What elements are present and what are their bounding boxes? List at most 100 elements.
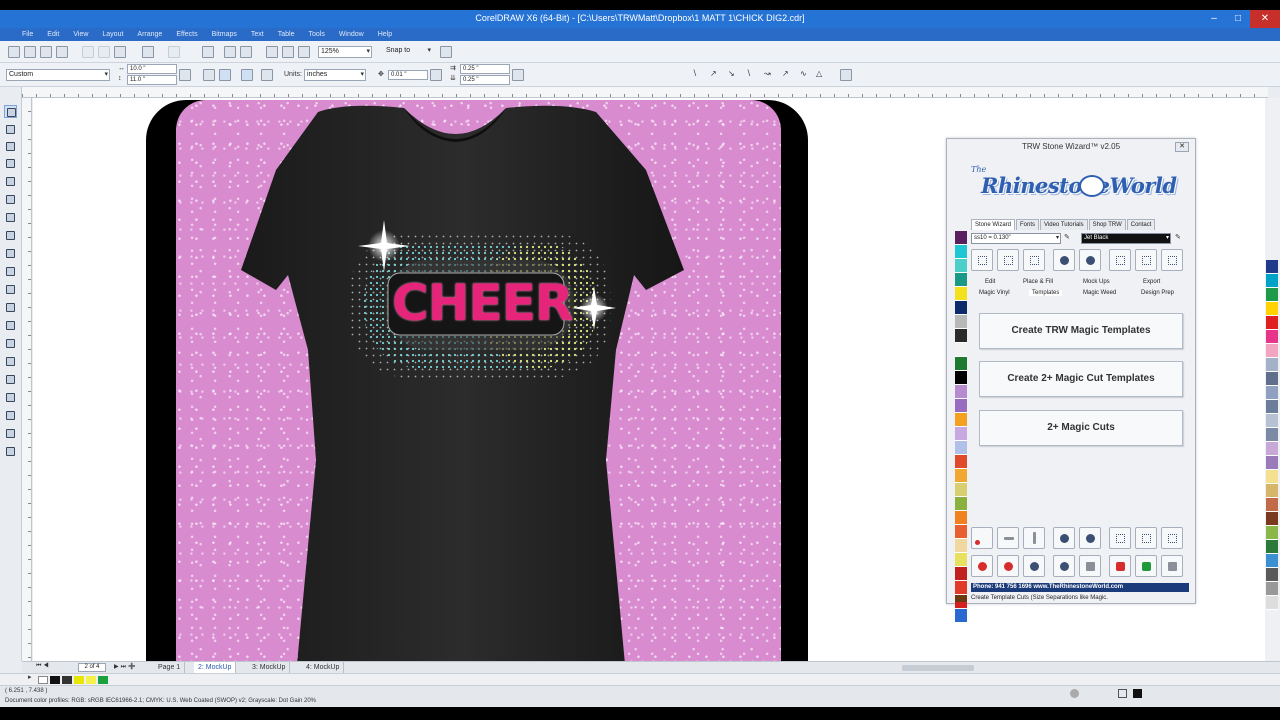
application-launcher-icon[interactable] <box>282 46 294 58</box>
func-mock-ups[interactable]: Mock Ups <box>1083 279 1110 285</box>
docker-swatch[interactable] <box>955 413 967 427</box>
doc-swatch[interactable] <box>38 676 48 684</box>
palette-swatch[interactable] <box>1266 400 1278 414</box>
horizontal-ruler[interactable] <box>22 87 1268 98</box>
connector-tool-icon[interactable] <box>4 337 17 350</box>
docker-swatch[interactable] <box>955 315 967 329</box>
zoom-tool-icon[interactable] <box>4 157 17 170</box>
line-tool-icon[interactable]: ∖ <box>692 69 704 81</box>
palette-arrow-icon[interactable]: ▸ <box>28 672 32 684</box>
palette-swatch[interactable] <box>1266 386 1278 400</box>
stone-settings-icon[interactable] <box>1079 555 1101 577</box>
doc-swatch[interactable] <box>62 676 72 684</box>
doc-swatch[interactable] <box>98 676 108 684</box>
eyedropper-tool-icon[interactable] <box>4 391 17 404</box>
cheer-text[interactable]: CHEER <box>392 272 573 334</box>
text-tool-icon[interactable] <box>4 283 17 296</box>
close-icon[interactable]: ✕ <box>1250 10 1280 28</box>
docker-swatch[interactable] <box>955 287 967 301</box>
outline-tool-icon[interactable] <box>4 409 17 422</box>
docker-swatch[interactable] <box>955 273 967 287</box>
doc-swatch[interactable] <box>74 676 84 684</box>
minimize-icon[interactable]: – <box>1202 10 1226 28</box>
stone-arrow-icon[interactable] <box>1079 527 1101 549</box>
interactive-fill-icon[interactable] <box>4 445 17 458</box>
func-templates[interactable]: Templates <box>1029 290 1063 296</box>
nudge-distance-field[interactable]: 0.01 " <box>388 70 428 80</box>
publish-pdf-icon[interactable] <box>266 46 278 58</box>
docker-swatch[interactable] <box>955 497 967 511</box>
tab-fonts[interactable]: Fonts <box>1016 219 1040 230</box>
artistic-media-icon[interactable]: △ <box>816 69 828 81</box>
duplicate-spinner-icon[interactable] <box>512 69 524 81</box>
docker-swatch[interactable] <box>955 581 967 595</box>
arc-path-icon[interactable] <box>997 527 1019 549</box>
palette-swatch[interactable] <box>1266 428 1278 442</box>
doc-swatch[interactable] <box>50 676 60 684</box>
menu-tools[interactable]: Tools <box>308 28 324 41</box>
func-export[interactable]: Export <box>1143 279 1160 285</box>
palette-swatch[interactable] <box>1266 372 1278 386</box>
rectangle-tool-icon[interactable] <box>4 211 17 224</box>
grid-icon[interactable] <box>1023 249 1045 271</box>
docker-swatch[interactable] <box>955 511 967 525</box>
menu-table[interactable]: Table <box>278 28 295 41</box>
page-width-field[interactable]: 10.0 " <box>127 64 177 74</box>
duplicate-y-field[interactable]: 0.25 " <box>460 75 510 85</box>
docker-swatch[interactable] <box>955 385 967 399</box>
docker-swatch[interactable] <box>955 455 967 469</box>
menu-file[interactable]: File <box>22 28 33 41</box>
save-icon[interactable] <box>40 46 52 58</box>
pencil-icon[interactable]: ✎ <box>1064 232 1070 244</box>
menu-layout[interactable]: Layout <box>102 28 123 41</box>
palette-swatch[interactable] <box>1266 498 1278 512</box>
page-tab-4[interactable]: 4: MockUp <box>302 662 345 673</box>
func-design-prep[interactable]: Design Prep <box>1141 290 1174 296</box>
spline-tool-icon[interactable]: ↝ <box>764 69 776 81</box>
palette-swatch[interactable] <box>1266 484 1278 498</box>
red-stones-icon[interactable] <box>971 555 993 577</box>
menu-text[interactable]: Text <box>251 28 264 41</box>
print-icon[interactable] <box>56 46 68 58</box>
blend-tool-icon[interactable] <box>4 355 17 368</box>
redo-icon[interactable] <box>168 46 180 58</box>
outline-indicator-icon[interactable] <box>1133 689 1142 698</box>
scatter-select-icon[interactable] <box>1161 527 1183 549</box>
palette-swatch[interactable] <box>1266 554 1278 568</box>
palette-swatch[interactable] <box>1266 358 1278 372</box>
zoom-level-select[interactable]: 125% <box>318 46 372 58</box>
polygon-tool-icon[interactable] <box>4 247 17 260</box>
docker-swatch[interactable] <box>955 469 967 483</box>
cut-icon[interactable] <box>82 46 94 58</box>
paste-icon[interactable] <box>114 46 126 58</box>
connect-stones-icon[interactable] <box>1079 249 1101 271</box>
menu-edit[interactable]: Edit <box>47 28 59 41</box>
new-document-icon[interactable] <box>8 46 20 58</box>
stone-group-icon[interactable] <box>1053 527 1075 549</box>
stone-color-select[interactable]: Jet Black <box>1081 233 1171 244</box>
create-trw-magic-templates-button[interactable]: Create TRW Magic Templates <box>979 313 1183 349</box>
current-page-icon[interactable] <box>261 69 273 81</box>
docker-swatch[interactable] <box>955 427 967 441</box>
palette-swatch[interactable] <box>1266 568 1278 582</box>
select-arrow-icon[interactable] <box>1135 527 1157 549</box>
palette-swatch[interactable] <box>1266 456 1278 470</box>
all-pages-icon[interactable] <box>241 69 253 81</box>
docker-swatch[interactable] <box>955 553 967 567</box>
search-content-icon[interactable] <box>202 46 214 58</box>
freehand-tool-icon[interactable] <box>4 175 17 188</box>
landscape-icon[interactable] <box>219 69 231 81</box>
resize-path-icon[interactable] <box>1023 527 1045 549</box>
crop-tool-icon[interactable] <box>4 140 17 153</box>
palette-swatch[interactable] <box>1266 330 1278 344</box>
menu-view[interactable]: View <box>73 28 88 41</box>
pencil-icon-2[interactable]: ✎ <box>1175 232 1181 244</box>
docker-swatch[interactable] <box>955 609 967 623</box>
shape-tool-icon[interactable] <box>4 123 17 136</box>
stone-size-select[interactable]: ss10 = 0.130" <box>971 233 1061 244</box>
duplicate-x-field[interactable]: 0.25 " <box>460 64 510 74</box>
docker-swatch[interactable] <box>955 329 967 343</box>
palette-swatch[interactable] <box>1266 274 1278 288</box>
portrait-icon[interactable] <box>203 69 215 81</box>
doc-swatch[interactable] <box>86 676 96 684</box>
